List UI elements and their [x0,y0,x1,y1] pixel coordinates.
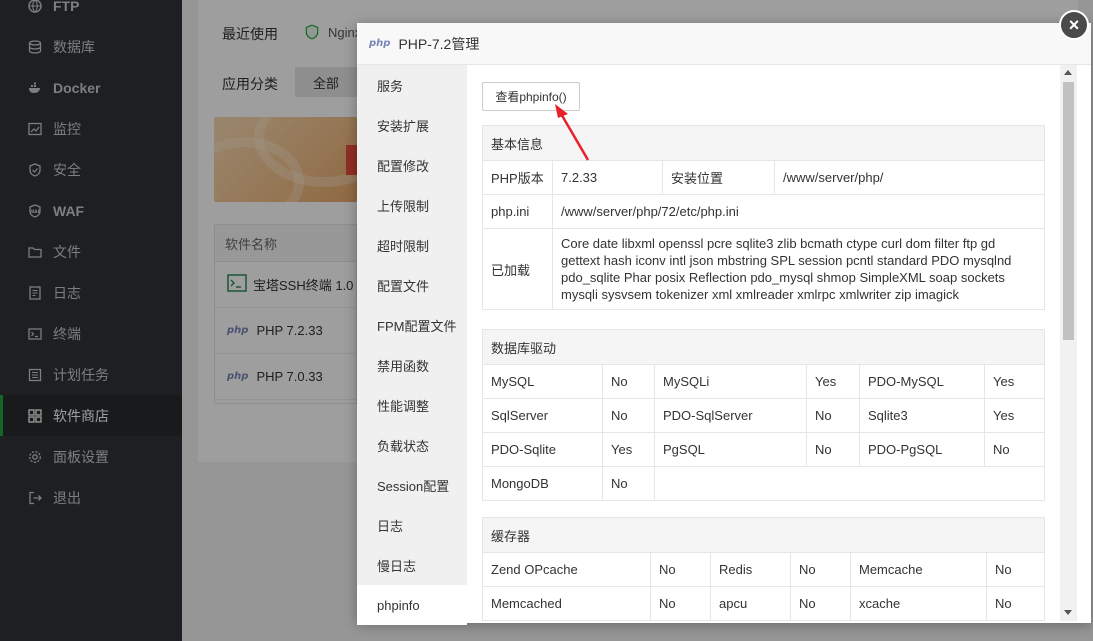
cache-name: Redis [710,552,791,587]
driver-status: Yes [984,364,1045,399]
scroll-thumb[interactable] [1063,82,1074,340]
content-scrollbar[interactable] [1060,65,1077,621]
install-path-value: /www/server/php/ [774,160,1045,195]
cache-table: 缓存器 Zend OPcache No Redis No Memcache No… [482,517,1045,621]
driver-name: MongoDB [482,466,603,501]
driver-name: PDO-SqlServer [654,398,807,433]
driver-name: MySQLi [654,364,807,399]
driver-name: PDO-Sqlite [482,432,603,467]
driver-name: SqlServer [482,398,603,433]
section-title: 基本信息 [482,125,1045,161]
scroll-down-arrow-icon[interactable] [1064,610,1072,615]
driver-status: No [602,466,655,501]
cache-name: Memcache [850,552,987,587]
section-title: 缓存器 [482,517,1045,553]
driver-status: Yes [984,398,1045,433]
driver-name: PgSQL [654,432,807,467]
cache-name: Zend OPcache [482,552,651,587]
php-manage-dialog: php PHP-7.2管理 服务 安装扩展 配置修改 上传限制 超时限制 配置文… [357,23,1091,625]
dialog-title: PHP-7.2管理 [398,35,480,52]
cache-status: No [650,586,711,621]
tab-phpinfo[interactable]: phpinfo [357,585,467,625]
tab-config-edit[interactable]: 配置修改 [357,145,467,185]
tab-log[interactable]: 日志 [357,505,467,545]
loaded-label: 已加载 [482,228,553,310]
driver-status: Yes [806,364,860,399]
driver-status: No [806,398,860,433]
cache-name: xcache [850,586,987,621]
tab-disabled-functions[interactable]: 禁用函数 [357,345,467,385]
cache-status: No [986,586,1045,621]
php-logo-icon: php [369,38,391,49]
php-version-label: PHP版本 [482,160,553,195]
tab-performance[interactable]: 性能调整 [357,385,467,425]
driver-status: Yes [602,432,655,467]
tab-load-status[interactable]: 负载状态 [357,425,467,465]
driver-name: Sqlite3 [859,398,985,433]
driver-name: PDO-MySQL [859,364,985,399]
ini-path-value: /www/server/php/72/etc/php.ini [552,194,1045,229]
cache-status: No [986,552,1045,587]
cache-name: Memcached [482,586,651,621]
close-icon[interactable]: × [1059,10,1089,40]
cache-status: No [790,552,851,587]
section-title: 数据库驱动 [482,329,1045,365]
basic-info-table: 基本信息 PHP版本 7.2.33 安装位置 /www/server/php/ … [482,125,1045,310]
driver-status: No [602,398,655,433]
cache-status: No [650,552,711,587]
scroll-up-arrow-icon[interactable] [1064,70,1072,75]
tab-session-config[interactable]: Session配置 [357,465,467,505]
driver-name: MySQL [482,364,603,399]
phpinfo-panel: 查看phpinfo() 基本信息 PHP版本 7.2.33 安装位置 /www/… [467,65,1077,623]
driver-name: PDO-PgSQL [859,432,985,467]
tab-config-file[interactable]: 配置文件 [357,265,467,305]
loaded-extensions: Core date libxml openssl pcre sqlite3 zl… [552,228,1045,310]
tab-upload-limit[interactable]: 上传限制 [357,185,467,225]
driver-status: No [602,364,655,399]
tab-fpm-config[interactable]: FPM配置文件 [357,305,467,345]
view-phpinfo-button[interactable]: 查看phpinfo() [482,82,580,111]
tab-slow-log[interactable]: 慢日志 [357,545,467,585]
cache-name: apcu [710,586,791,621]
ini-label: php.ini [482,194,553,229]
tab-install-extension[interactable]: 安装扩展 [357,105,467,145]
cache-status: No [790,586,851,621]
tab-service[interactable]: 服务 [357,65,467,105]
driver-status: No [806,432,860,467]
install-path-label: 安装位置 [662,160,775,195]
driver-status: No [984,432,1045,467]
db-driver-table: 数据库驱动 MySQL No MySQLi Yes PDO-MySQL Yes … [482,329,1045,501]
tab-timeout-limit[interactable]: 超时限制 [357,225,467,265]
dialog-tab-list: 服务 安装扩展 配置修改 上传限制 超时限制 配置文件 FPM配置文件 禁用函数… [357,65,467,625]
php-version-value: 7.2.33 [552,160,663,195]
empty-cell [654,466,1045,501]
dialog-header: php PHP-7.2管理 [357,23,1091,65]
